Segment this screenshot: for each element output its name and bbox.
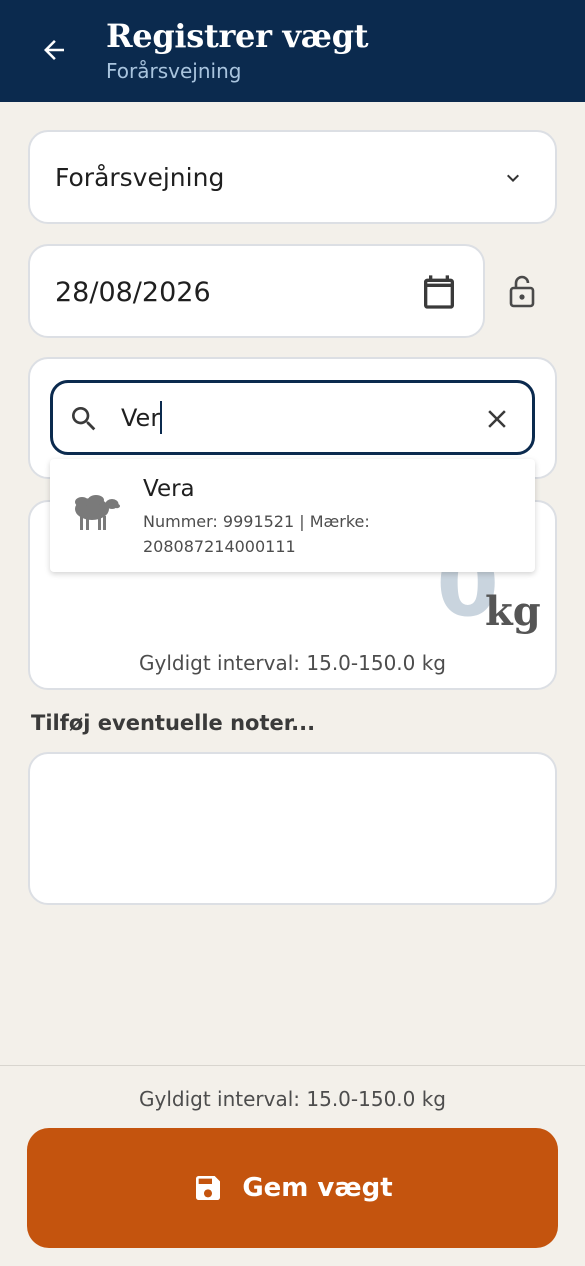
notes-textarea[interactable] — [28, 752, 557, 905]
date-value: 28/08/2026 — [55, 277, 211, 308]
page-title: Registrer vægt — [106, 17, 369, 55]
arrow-left-icon — [44, 40, 64, 60]
weight-unit: kg — [485, 588, 541, 635]
chevron-down-icon — [507, 174, 519, 182]
page-subtitle: Forårsvejning — [106, 59, 242, 83]
weight-interval-hint: Gyldigt interval: 15.0-150.0 kg — [138, 651, 447, 675]
footer-divider — [0, 1065, 585, 1066]
sheep-icon — [75, 495, 120, 530]
weighing-type-value: Forårsvejning — [55, 163, 225, 192]
notes-label: Tilføj eventuelle noter... — [31, 711, 316, 735]
save-button-label: Gem vægt — [242, 1173, 393, 1203]
date-field[interactable]: 28/08/2026 — [28, 244, 485, 338]
save-icon — [196, 1176, 221, 1200]
lock-open-icon[interactable] — [508, 273, 536, 309]
app-bar: Registrer vægt Forårsvejning — [0, 0, 585, 102]
footer-interval-hint: Gyldigt interval: 15.0-150.0 kg — [138, 1087, 447, 1111]
back-button[interactable] — [34, 30, 74, 70]
text-caret — [160, 401, 162, 434]
search-input[interactable] — [121, 403, 461, 433]
search-field[interactable] — [50, 380, 535, 455]
result-detail: Nummer: 9991521 | Mærke: 208087214000111 — [143, 512, 370, 556]
calendar-icon[interactable] — [419, 272, 459, 312]
result-name: Vera — [143, 476, 195, 502]
weighing-type-select[interactable]: Forårsvejning — [28, 130, 557, 224]
search-result-item[interactable]: Vera Nummer: 9991521 | Mærke: 2080872140… — [50, 459, 535, 572]
search-icon — [72, 407, 96, 431]
close-icon[interactable] — [482, 404, 512, 434]
save-weight-button[interactable]: Gem vægt — [27, 1128, 558, 1248]
